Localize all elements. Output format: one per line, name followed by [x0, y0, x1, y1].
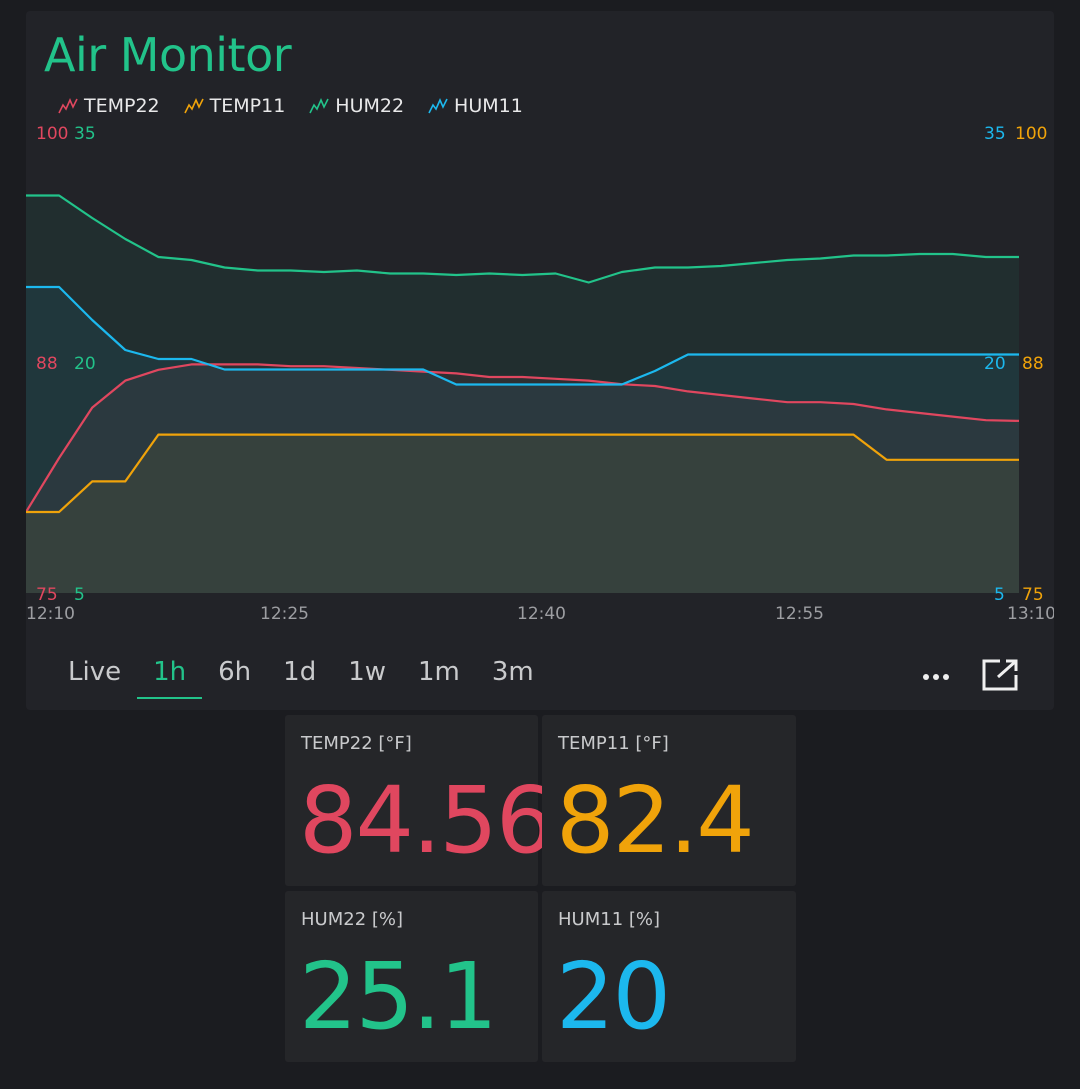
axis-left-hum-top: 35 [74, 124, 96, 144]
tile-value: 25.1 [299, 943, 498, 1050]
value-tile-temp22[interactable]: TEMP22 [°F] 84.56 [285, 715, 554, 886]
value-tile-hum22[interactable]: HUM22 [%] 25.1 [285, 891, 538, 1062]
x-tick-label: 12:25 [260, 604, 309, 624]
tab-1w[interactable]: 1w [332, 645, 402, 709]
tile-label: HUM22 [%] [301, 909, 404, 930]
axis-right-hum-mid: 20 [984, 354, 1006, 374]
value-tile-temp11[interactable]: TEMP11 [°F] 82.4 [542, 715, 796, 886]
x-tick-label: 12:55 [775, 604, 824, 624]
tab-live[interactable]: Live [52, 645, 137, 709]
axis-left-temp-mid: 88 [36, 354, 58, 374]
axis-left-temp-top: 100 [36, 124, 68, 144]
tile-value: 20 [556, 943, 671, 1050]
tab-1d[interactable]: 1d [267, 645, 332, 709]
tile-value: 84.56 [299, 767, 554, 874]
time-range-tabs: Live 1h 6h 1d 1w 1m 3m [52, 645, 550, 709]
tab-6h[interactable]: 6h [202, 645, 267, 709]
axis-right-hum-top: 35 [984, 124, 1006, 144]
axis-left-hum-bottom: 5 [74, 585, 85, 605]
more-dots-icon[interactable] [916, 656, 956, 696]
tile-label: TEMP22 [°F] [301, 733, 412, 754]
axis-left-temp-bottom: 75 [36, 585, 58, 605]
x-tick-label: 12:10 [26, 604, 75, 624]
share-icon[interactable] [978, 651, 1022, 695]
air-monitor-widget: Air Monitor TEMP22 TEMP11 HUM22 HUM11 10… [26, 11, 1054, 710]
tile-label: TEMP11 [°F] [558, 733, 669, 754]
tab-1m[interactable]: 1m [402, 645, 476, 709]
tile-label: HUM11 [%] [558, 909, 661, 930]
x-tick-label: 12:40 [517, 604, 566, 624]
line-chart[interactable]: 100 35 88 20 75 5 35 100 20 88 5 75 12:1… [26, 11, 1054, 631]
axis-right-temp-top: 100 [1015, 124, 1047, 144]
x-tick-label: 13:10 [1007, 604, 1054, 624]
tab-3m[interactable]: 3m [476, 645, 550, 709]
tab-1h[interactable]: 1h [137, 645, 203, 709]
axis-right-hum-bottom: 5 [994, 585, 1005, 605]
axis-left-hum-mid: 20 [74, 354, 96, 374]
value-tile-hum11[interactable]: HUM11 [%] 20 [542, 891, 796, 1062]
axis-right-temp-mid: 88 [1022, 354, 1044, 374]
tile-value: 82.4 [556, 767, 755, 874]
axis-right-temp-bottom: 75 [1022, 585, 1044, 605]
